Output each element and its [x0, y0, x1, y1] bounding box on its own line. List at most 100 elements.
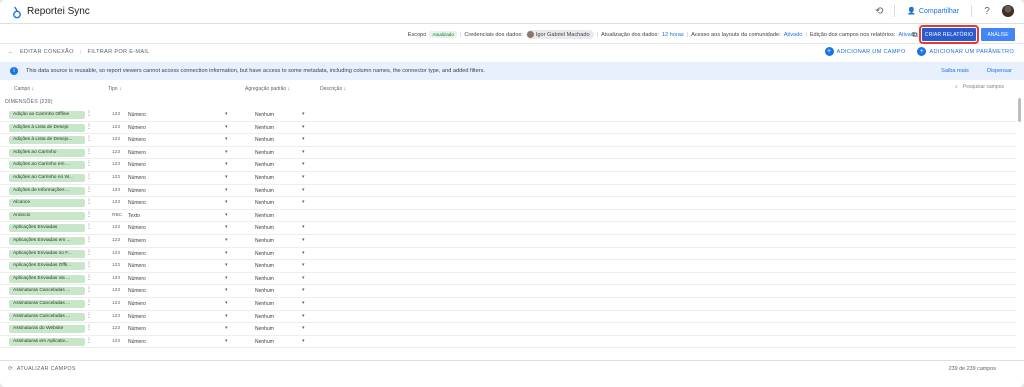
more-options-icon[interactable]: ⋮ — [86, 237, 92, 244]
type-value[interactable]: Número — [128, 326, 146, 332]
type-value[interactable]: Número — [128, 314, 146, 320]
aggregation-value[interactable]: Nenhum — [255, 326, 274, 332]
type-dropdown-icon[interactable]: ▾ — [225, 338, 228, 344]
aggregation-value[interactable]: Nenhum — [255, 225, 274, 231]
type-dropdown-icon[interactable]: ▾ — [225, 161, 228, 167]
field-name-chip[interactable]: Aplicações Enviadas — [9, 224, 85, 233]
avatar[interactable] — [1002, 5, 1014, 17]
credentials-user-chip[interactable]: Igor Gabriel Machado — [525, 30, 594, 39]
field-name-chip[interactable]: Adições de Informações ... — [9, 186, 85, 195]
more-options-icon[interactable]: ⋮ — [86, 338, 92, 345]
more-options-icon[interactable]: ⋮ — [86, 313, 92, 320]
aggregation-dropdown-icon[interactable]: ▾ — [302, 124, 305, 130]
refresh-fields-button[interactable]: ⟳ ATUALIZAR CAMPOS — [8, 366, 76, 372]
field-name-chip[interactable]: Assinaturas Canceladas ... — [9, 312, 85, 321]
more-options-icon[interactable]: ⋮ — [86, 199, 92, 206]
type-dropdown-icon[interactable]: ▾ — [225, 174, 228, 180]
type-dropdown-icon[interactable]: ▾ — [225, 287, 228, 293]
more-options-icon[interactable]: ⋮ — [86, 275, 92, 282]
more-options-icon[interactable]: ⋮ — [86, 124, 92, 131]
type-value[interactable]: Número — [128, 137, 146, 143]
dismiss-link[interactable]: Dispensar — [987, 68, 1012, 74]
field-name-chip[interactable]: Assinaturas Canceladas ... — [9, 299, 85, 308]
aggregation-dropdown-icon[interactable]: ▾ — [302, 161, 305, 167]
type-dropdown-icon[interactable]: ▾ — [225, 136, 228, 142]
more-options-icon[interactable]: ⋮ — [86, 262, 92, 269]
learn-more-link[interactable]: Saiba mais — [941, 68, 969, 74]
more-options-icon[interactable]: ⋮ — [86, 325, 92, 332]
aggregation-value[interactable]: Nenhum — [255, 288, 274, 294]
field-name-chip[interactable]: Assinaturas do Website — [9, 325, 85, 334]
aggregation-value[interactable]: Nenhum — [255, 314, 274, 320]
type-dropdown-icon[interactable]: ▾ — [225, 250, 228, 256]
aggregation-dropdown-icon[interactable]: ▾ — [302, 325, 305, 331]
field-name-chip[interactable]: Assinaturas Canceladas ... — [9, 287, 85, 296]
aggregation-value[interactable]: Nenhum — [255, 162, 274, 168]
field-name-chip[interactable]: Aplicações Enviadas em ... — [9, 236, 85, 245]
field-name-chip[interactable]: Aplicações Enviadas no F... — [9, 249, 85, 258]
column-header-type[interactable]: Tipo ↓ — [108, 86, 121, 92]
type-value[interactable]: Número — [128, 288, 146, 294]
type-value[interactable]: Número — [128, 225, 146, 231]
aggregation-dropdown-icon[interactable]: ▾ — [302, 338, 305, 344]
type-value[interactable]: Número — [128, 112, 146, 118]
create-report-button[interactable]: CRIAR RELATÓRIO — [919, 25, 979, 44]
type-value[interactable]: Número — [128, 301, 146, 307]
type-value[interactable]: Número — [128, 238, 146, 244]
more-options-icon[interactable]: ⋮ — [86, 174, 92, 181]
type-value[interactable]: Número — [128, 276, 146, 282]
aggregation-dropdown-icon[interactable]: ▾ — [302, 250, 305, 256]
more-options-icon[interactable]: ⋮ — [86, 111, 92, 118]
aggregation-value[interactable]: Nenhum — [255, 263, 274, 269]
more-options-icon[interactable]: ⋮ — [86, 136, 92, 143]
type-dropdown-icon[interactable]: ▾ — [225, 149, 228, 155]
type-dropdown-icon[interactable]: ▾ — [225, 187, 228, 193]
type-value[interactable]: Número — [128, 339, 146, 345]
more-options-icon[interactable]: ⋮ — [86, 187, 92, 194]
field-name-chip[interactable]: Adições à Lista de Desejo — [9, 123, 85, 132]
share-button[interactable]: 👤 Compartilhar — [903, 5, 963, 17]
add-field-button[interactable]: + ADICIONAR UM CAMPO — [824, 47, 906, 56]
more-options-icon[interactable]: ⋮ — [86, 161, 92, 168]
aggregation-value[interactable]: Nenhum — [255, 276, 274, 282]
aggregation-dropdown-icon[interactable]: ▾ — [302, 187, 305, 193]
aggregation-value[interactable]: Nenhum — [255, 125, 274, 131]
field-name-chip[interactable]: Adições ao Carrinho — [9, 148, 85, 157]
type-value[interactable]: Número — [128, 188, 146, 194]
community-value-link[interactable]: Ativado — [784, 32, 803, 38]
type-dropdown-icon[interactable]: ▾ — [225, 237, 228, 243]
aggregation-value[interactable]: Nenhum — [255, 112, 274, 118]
type-value[interactable]: Número — [128, 251, 146, 257]
aggregation-value[interactable]: Nenhum — [255, 137, 274, 143]
field-name-chip[interactable]: Aplicações Enviadas via ... — [9, 274, 85, 283]
aggregation-value[interactable]: Nenhum — [255, 188, 274, 194]
more-options-icon[interactable]: ⋮ — [86, 224, 92, 231]
type-value[interactable]: Número — [128, 150, 146, 156]
column-header-field[interactable]: Campo ↓ — [14, 86, 34, 92]
more-options-icon[interactable]: ⋮ — [86, 212, 92, 219]
type-dropdown-icon[interactable]: ▾ — [225, 300, 228, 306]
more-options-icon[interactable]: ⋮ — [86, 250, 92, 257]
aggregation-value[interactable]: Nenhum — [255, 339, 274, 345]
type-dropdown-icon[interactable]: ▾ — [225, 262, 228, 268]
field-name-chip[interactable]: Adições ao Carrinho no W... — [9, 173, 85, 182]
aggregation-dropdown-icon[interactable]: ▾ — [302, 275, 305, 281]
aggregation-dropdown-icon[interactable]: ▾ — [302, 224, 305, 230]
type-value[interactable]: Número — [128, 263, 146, 269]
type-dropdown-icon[interactable]: ▾ — [225, 313, 228, 319]
field-name-chip[interactable]: Alcance — [9, 199, 85, 208]
history-icon[interactable]: ⟲ — [872, 4, 886, 18]
more-options-icon[interactable]: ⋮ — [86, 287, 92, 294]
type-dropdown-icon[interactable]: ▾ — [225, 325, 228, 331]
type-dropdown-icon[interactable]: ▾ — [225, 212, 228, 218]
aggregation-value[interactable]: Nenhum — [255, 200, 274, 206]
type-dropdown-icon[interactable]: ▾ — [225, 124, 228, 130]
aggregation-dropdown-icon[interactable]: ▾ — [302, 237, 305, 243]
back-arrow-icon[interactable]: ← — [8, 49, 14, 55]
field-name-chip[interactable]: Adições à Lista de Desejo... — [9, 136, 85, 145]
type-dropdown-icon[interactable]: ▾ — [225, 275, 228, 281]
aggregation-dropdown-icon[interactable]: ▾ — [302, 174, 305, 180]
aggregation-value[interactable]: Nenhum — [255, 301, 274, 307]
aggregation-value[interactable]: Nenhum — [255, 175, 274, 181]
field-name-chip[interactable]: Anúncio — [9, 211, 85, 220]
